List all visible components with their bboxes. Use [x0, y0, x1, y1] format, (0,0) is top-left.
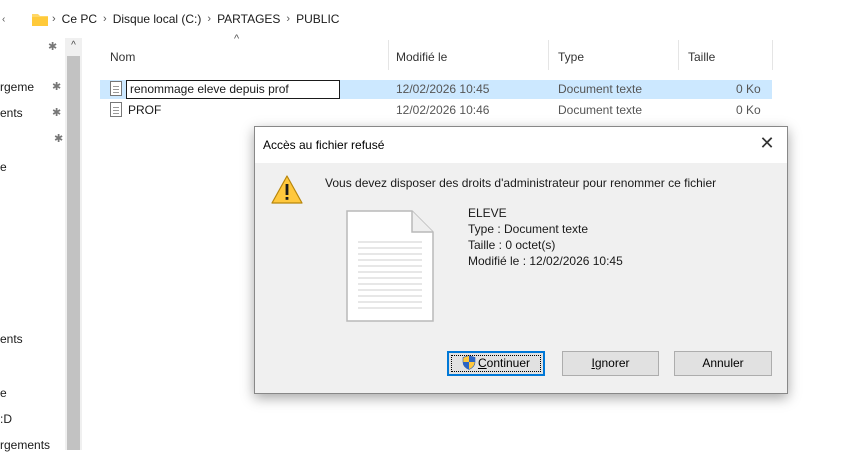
file-info-size: Taille : 0 octet(s) — [468, 238, 556, 252]
folder-icon — [32, 14, 48, 26]
pin-icon[interactable]: ✱ — [54, 132, 63, 145]
chevron-up-icon[interactable]: ^ — [65, 38, 82, 54]
pin-icon[interactable]: ✱ — [48, 40, 57, 53]
column-header-type[interactable]: Type — [558, 50, 584, 64]
breadcrumb-this-pc[interactable]: Ce PC — [62, 12, 97, 26]
chevron-right-icon[interactable]: › — [286, 13, 290, 25]
column-header-size[interactable]: Taille — [688, 50, 715, 64]
chevron-right-icon[interactable]: › — [207, 13, 211, 25]
chevron-left-icon[interactable]: ‹ — [2, 14, 5, 25]
nav-item-3d-objects[interactable]: :D — [0, 412, 12, 426]
breadcrumb-public[interactable]: PUBLIC — [296, 12, 339, 26]
access-denied-dialog: Accès au fichier refusé ✕ Vous devez dis… — [254, 126, 788, 394]
warning-icon — [271, 175, 303, 204]
breadcrumb-local-disk[interactable]: Disque local (C:) — [113, 12, 202, 26]
column-divider[interactable] — [678, 40, 679, 70]
file-info-type: Type : Document texte — [468, 222, 589, 236]
nav-scrollbar[interactable]: ^ — [65, 38, 82, 450]
focus-rect — [451, 355, 541, 372]
continue-button[interactable]: Continuer — [447, 351, 545, 376]
nav-item-documents[interactable]: ents — [0, 106, 23, 120]
nav-item-documents-2[interactable]: ents — [0, 332, 23, 346]
nav-item-images[interactable]: e — [0, 160, 7, 174]
chevron-right-icon: › — [52, 13, 56, 25]
address-bar[interactable]: ‹ › Ce PC › Disque local (C:) › PARTAGES… — [0, 10, 854, 32]
cancel-button[interactable]: Annuler — [674, 351, 772, 376]
file-info-name: ELEVE — [468, 206, 507, 220]
file-info-modified: Modifié le : 12/02/2026 10:45 — [468, 254, 623, 268]
column-divider[interactable] — [772, 40, 773, 70]
document-icon — [346, 210, 434, 322]
dialog-message: Vous devez disposer des droits d'adminis… — [325, 176, 717, 190]
close-icon[interactable]: ✕ — [755, 133, 779, 154]
column-divider[interactable] — [388, 40, 389, 70]
file-type: Document texte — [558, 103, 643, 117]
nav-item-downloads[interactable]: rgeme — [0, 80, 34, 94]
file-name: PROF — [128, 103, 162, 117]
chevron-right-icon[interactable]: › — [103, 13, 107, 25]
column-divider[interactable] — [548, 40, 549, 70]
file-size: 0 Ko — [736, 82, 761, 96]
pin-icon[interactable]: ✱ — [52, 80, 61, 93]
sort-ascending-icon: ^ — [234, 33, 240, 45]
file-type: Document texte — [558, 82, 643, 96]
pin-icon[interactable]: ✱ — [52, 106, 61, 119]
file-modified: 12/02/2026 10:46 — [396, 103, 490, 117]
scrollbar-thumb[interactable] — [67, 56, 80, 450]
text-file-icon — [110, 102, 122, 117]
text-file-icon — [110, 81, 122, 96]
dialog-titlebar[interactable]: Accès au fichier refusé ✕ — [255, 127, 787, 163]
table-row[interactable]: PROF 12/02/2026 10:46 Document texte 0 K… — [100, 101, 772, 120]
nav-item-images-2[interactable]: e — [0, 386, 7, 400]
column-header-name[interactable]: Nom — [110, 50, 135, 64]
file-info: ELEVE Type : Document texte Taille : 0 o… — [468, 205, 623, 269]
breadcrumb: › Ce PC › Disque local (C:) › PARTAGES ›… — [52, 12, 339, 26]
dialog-title: Accès au fichier refusé — [263, 138, 385, 152]
column-header-modified[interactable]: Modifié le — [396, 50, 447, 64]
breadcrumb-partages[interactable]: PARTAGES — [217, 12, 280, 26]
ignore-button[interactable]: Ignorer — [562, 351, 659, 376]
rename-input[interactable]: renommage eleve depuis prof — [126, 80, 340, 99]
file-size: 0 Ko — [736, 103, 761, 117]
file-modified: 12/02/2026 10:45 — [396, 82, 490, 96]
table-row[interactable]: renommage eleve depuis prof 12/02/2026 1… — [100, 80, 772, 99]
ignore-label: gnorer — [594, 356, 630, 370]
